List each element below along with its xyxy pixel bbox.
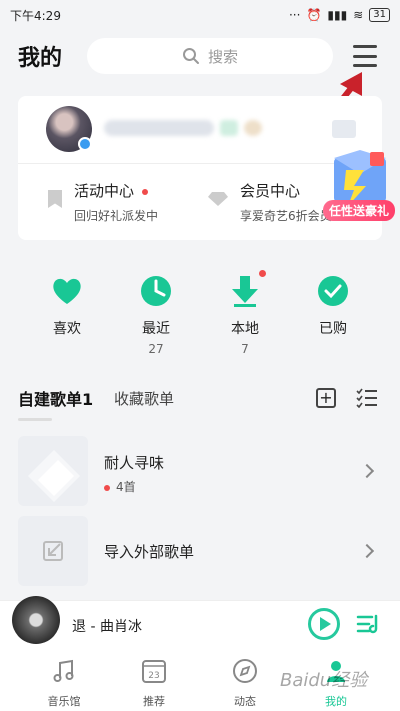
quick-recent-label: 最近 xyxy=(142,321,170,337)
chevron-right-icon xyxy=(359,463,375,479)
quick-like-label: 喜欢 xyxy=(53,321,81,337)
activity-title-row: 活动中心 xyxy=(74,180,158,201)
mini-player[interactable] xyxy=(0,600,400,652)
quick-recent[interactable]: 最近 27 xyxy=(116,274,196,356)
nav-music-hall[interactable]: 音乐馆 xyxy=(24,658,104,709)
nav-label: 推荐 xyxy=(143,695,165,708)
quick-local[interactable]: 本地 7 xyxy=(205,270,285,356)
status-icons: ··· ⏰ ▮▮▮ ≋ 31 xyxy=(289,8,390,22)
menu-button[interactable] xyxy=(350,42,380,70)
level-badge-icon xyxy=(244,120,262,136)
page-title: 我的 xyxy=(18,46,63,71)
more-dots-icon: ··· xyxy=(288,8,301,22)
plus-icon: + xyxy=(319,388,333,407)
activity-center[interactable]: 活动中心 回归好礼派发中 xyxy=(48,180,158,224)
music-note-icon xyxy=(53,659,74,682)
manage-list-icon[interactable] xyxy=(356,388,378,408)
import-icon xyxy=(43,541,63,561)
calendar-icon: 23 xyxy=(142,660,166,683)
heart-icon xyxy=(53,278,81,304)
activity-text: 活动中心 回归好礼派发中 xyxy=(74,180,158,224)
notification-dot xyxy=(259,270,266,277)
quick-recent-count: 27 xyxy=(148,342,164,356)
playlist-title: 耐人寻味 xyxy=(104,454,165,472)
menu-icon-bar xyxy=(353,64,377,67)
menu-icon-bar xyxy=(353,54,377,58)
download-icon xyxy=(232,276,258,307)
vip-title: 会员中心 xyxy=(240,182,301,200)
quick-purchased[interactable]: 已购 xyxy=(293,274,373,342)
clock-icon xyxy=(141,276,171,306)
diamond-badge-icon xyxy=(220,120,238,136)
check-icon xyxy=(318,276,348,306)
tab-indicator xyxy=(18,418,52,421)
alarm-icon: ⏰ xyxy=(306,8,322,22)
status-time: 下午4:29 xyxy=(10,8,61,23)
divider xyxy=(18,163,382,164)
notification-dot xyxy=(142,188,149,195)
verified-badge-icon xyxy=(78,137,92,151)
diamond-icon xyxy=(208,192,228,206)
activity-title: 活动中心 xyxy=(74,182,135,200)
search-icon xyxy=(182,48,199,64)
tab-created-playlists[interactable]: 自建歌单1 xyxy=(18,386,93,410)
playlist-title: 导入外部歌单 xyxy=(104,543,195,561)
search-input[interactable]: 搜索 xyxy=(87,38,333,74)
nav-label: 我的 xyxy=(325,695,347,708)
tab-collected-playlists[interactable]: 收藏歌单 xyxy=(114,388,174,409)
quick-like[interactable]: 喜欢 xyxy=(27,274,107,342)
vip-subtitle: 享爱奇艺6折会员 xyxy=(240,209,332,223)
status-bar: 下午4:29 ··· ⏰ ▮▮▮ ≋ 31 xyxy=(0,0,400,30)
activity-subtitle: 回归好礼派发中 xyxy=(74,209,159,223)
nav-recommend[interactable]: 23 推荐 xyxy=(114,658,194,709)
wifi-icon: ≋ xyxy=(353,8,364,22)
playlist-queue-icon[interactable] xyxy=(356,612,380,636)
playlist-item-naiwenxunwei[interactable]: 耐人寻味 4首 xyxy=(0,434,400,508)
playlist-item-import[interactable]: 导入外部歌单 xyxy=(0,514,400,588)
search-placeholder: 搜索 xyxy=(207,47,238,66)
nav-label: 音乐馆 xyxy=(47,695,81,708)
menu-icon xyxy=(353,45,377,48)
bookmark-icon xyxy=(48,190,62,208)
chevron-right-icon xyxy=(359,543,375,559)
play-button[interactable] xyxy=(308,608,340,640)
album-art[interactable] xyxy=(12,596,60,644)
playlist-cover xyxy=(18,436,88,506)
nav-label: 动态 xyxy=(234,695,256,708)
battery-indicator: 31 xyxy=(369,8,390,22)
now-playing-title[interactable]: 退 - 曲肖冰 xyxy=(72,616,142,636)
signal-icon: ▮▮▮ xyxy=(327,8,348,22)
playlist-subtitle-row: 4首 xyxy=(104,478,136,495)
playlist-count: 4首 xyxy=(116,480,136,494)
nav-feed[interactable]: 动态 xyxy=(205,658,285,709)
quick-local-count: 7 xyxy=(241,342,249,356)
calendar-date: 23 xyxy=(148,671,159,681)
vip-text: 会员中心 享爱奇艺6折会员 xyxy=(240,180,332,224)
compass-icon xyxy=(233,659,257,683)
cover-placeholder-icon xyxy=(28,450,80,502)
status-dot xyxy=(104,484,110,491)
watermark: Baidu经验 xyxy=(280,670,368,691)
username-blurred xyxy=(104,120,214,136)
vip-center[interactable]: 会员中心 享爱奇艺6折会员 xyxy=(208,180,332,224)
promo-label[interactable]: 任性送豪礼 xyxy=(323,200,396,221)
mail-icon[interactable] xyxy=(332,120,356,138)
import-cover xyxy=(18,516,88,586)
quick-local-label: 本地 xyxy=(231,321,259,337)
add-playlist-button[interactable]: + xyxy=(316,388,336,408)
quick-purchased-label: 已购 xyxy=(319,321,347,337)
